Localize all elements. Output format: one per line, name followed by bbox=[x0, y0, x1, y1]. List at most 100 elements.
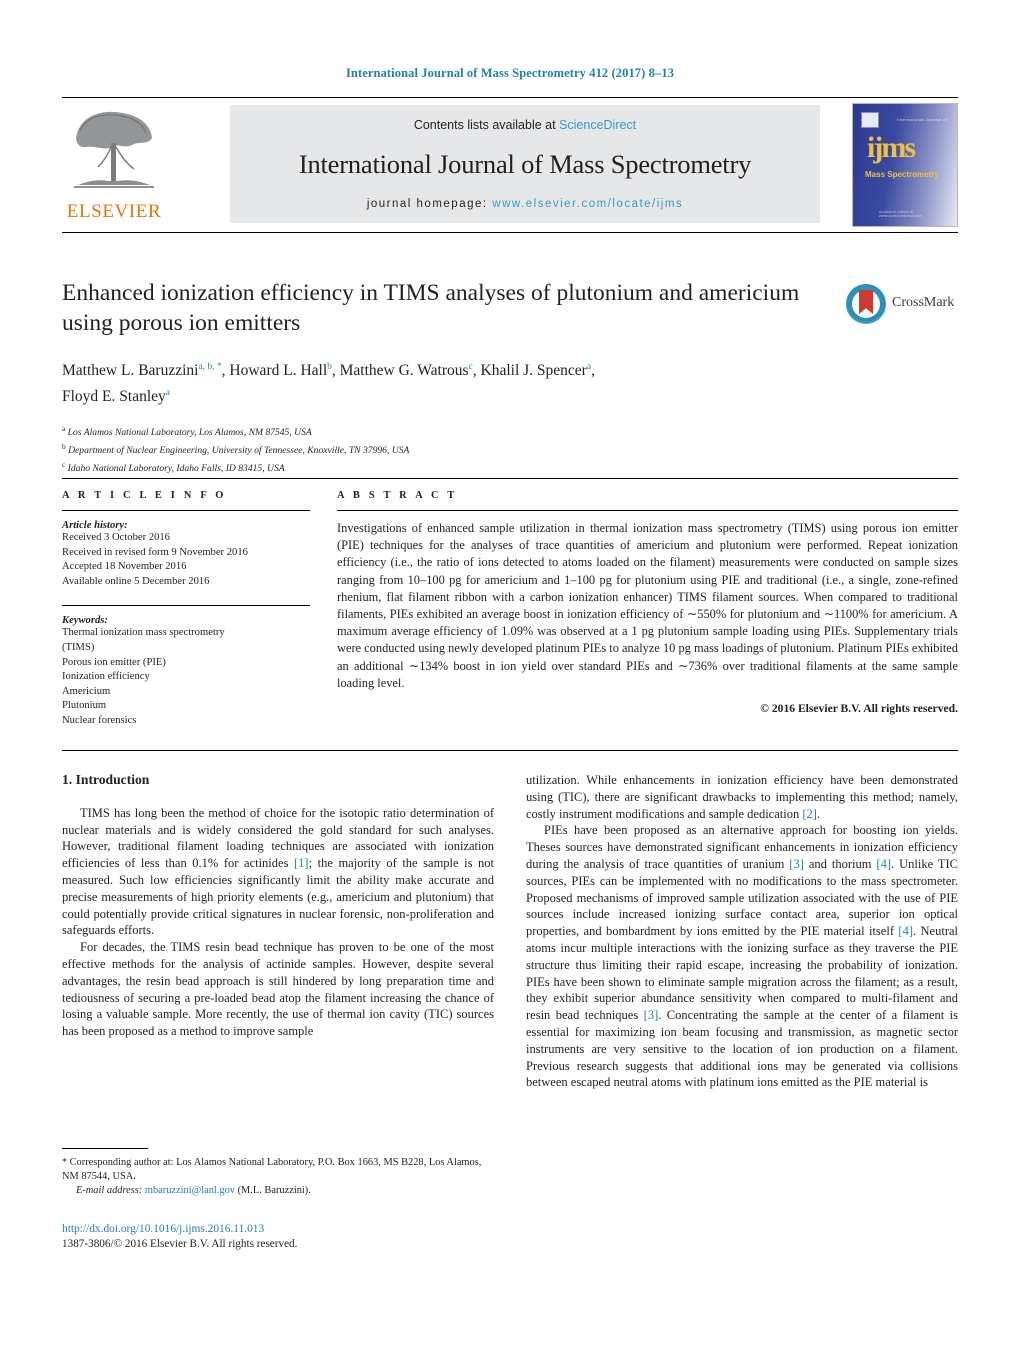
keywords-label: Keywords: bbox=[62, 615, 108, 627]
keyword-item: (TIMS) bbox=[62, 641, 95, 653]
abstract-column: A B S T R A C T Investigations of enhanc… bbox=[337, 490, 958, 715]
citation-link[interactable]: [4] bbox=[898, 924, 913, 938]
crossmark-label: CrossMark bbox=[892, 295, 955, 310]
cover-top-text: International Journal of bbox=[897, 117, 948, 122]
author-name: , Khalil J. Spencer bbox=[472, 362, 587, 380]
author-name: , bbox=[591, 362, 595, 380]
info-top-divider bbox=[62, 478, 958, 479]
keyword-item: Porous ion emitter (PIE) bbox=[62, 656, 166, 668]
contents-prefix: Contents lists available at bbox=[413, 118, 560, 132]
journal-title: International Journal of Mass Spectromet… bbox=[298, 149, 752, 179]
cover-badge-icon bbox=[861, 112, 879, 128]
article-info-heading: A R T I C L E I N F O bbox=[62, 490, 227, 501]
journal-masthead: ELSEVIER Contents lists available at Sci… bbox=[62, 103, 958, 227]
keyword-item: Ionization efficiency bbox=[62, 671, 150, 683]
author-name: Floyd E. Stanley bbox=[62, 388, 166, 406]
journal-homepage-link[interactable]: www.elsevier.com/locate/ijms bbox=[492, 198, 683, 210]
email-link[interactable]: mbaruzzini@lanl.gov bbox=[145, 1185, 235, 1196]
keyword-item: Nuclear forensics bbox=[62, 714, 137, 726]
corresponding-author-text: Corresponding author at: Los Alamos Nati… bbox=[62, 1157, 482, 1182]
corresponding-author-footnote: * Corresponding author at: Los Alamos Na… bbox=[62, 1156, 494, 1197]
journal-homepage-line: journal homepage: www.elsevier.com/locat… bbox=[230, 198, 820, 210]
author-name: , Matthew G. Watrous bbox=[331, 362, 469, 380]
keyword-item: Americium bbox=[62, 685, 111, 697]
abstract-text: Investigations of enhanced sample utiliz… bbox=[337, 521, 958, 690]
doi-block: http://dx.doi.org/10.1016/j.ijms.2016.11… bbox=[62, 1222, 494, 1252]
body-text: utilization. While enhancements in ioniz… bbox=[526, 773, 958, 821]
body-paragraph: For decades, the TIMS resin bead techniq… bbox=[62, 939, 494, 1040]
keyword-item: Plutonium bbox=[62, 700, 107, 712]
affiliation-list: a Los Alamos National Laboratory, Los Al… bbox=[62, 422, 822, 475]
body-paragraph: TIMS has long been the method of choice … bbox=[62, 805, 494, 939]
keywords-list: Thermal ionization mass spectrometry (TIM… bbox=[62, 626, 310, 728]
page-title: Enhanced ionization efficiency in TIMS a… bbox=[62, 280, 800, 336]
article-info-rule bbox=[62, 510, 310, 511]
body-column-right: utilization. While enhancements in ioniz… bbox=[526, 772, 958, 1091]
header-divider bbox=[62, 97, 958, 98]
masthead-divider bbox=[62, 232, 958, 233]
body-paragraph: utilization. While enhancements in ioniz… bbox=[526, 772, 958, 822]
author-affiliation-marker: a bbox=[165, 388, 170, 399]
author-line-2: Floyd E. Stanleya bbox=[62, 388, 170, 405]
article-history-label: Article history: bbox=[62, 520, 128, 531]
sciencedirect-link[interactable]: ScienceDirect bbox=[559, 118, 636, 132]
footnote-star: * bbox=[62, 1157, 67, 1168]
cover-journal-acronym: ijms bbox=[867, 131, 916, 164]
citation-link[interactable]: [2] bbox=[802, 807, 817, 821]
article-history-list: Received 3 October 2016 Received in revis… bbox=[62, 531, 310, 589]
author-affiliation-marker: a, b, * bbox=[198, 362, 222, 372]
author-list: Matthew L. Baruzzinia, b, *, Howard L. H… bbox=[62, 356, 822, 408]
copyright-line: © 2016 Elsevier B.V. All rights reserved… bbox=[760, 702, 958, 716]
doi-link[interactable]: http://dx.doi.org/10.1016/j.ijms.2016.11… bbox=[62, 1222, 494, 1237]
affiliation-item: c Idaho National Laboratory, Idaho Falls… bbox=[62, 458, 822, 476]
article-history-item: Accepted 18 November 2016 bbox=[62, 561, 187, 573]
journal-band: Contents lists available at ScienceDirec… bbox=[230, 105, 820, 223]
citation-link[interactable]: [1] bbox=[294, 856, 309, 870]
title-block: Enhanced ionization efficiency in TIMS a… bbox=[62, 278, 822, 475]
body-text: . bbox=[816, 806, 821, 821]
right-paragraph-container: utilization. While enhancements in ioniz… bbox=[526, 772, 958, 1091]
keywords-rule bbox=[62, 605, 310, 607]
elsevier-tree-icon bbox=[74, 111, 154, 188]
contents-available-line: Contents lists available at ScienceDirec… bbox=[230, 118, 820, 132]
issn-copyright-line: 1387-3806/© 2016 Elsevier B.V. All right… bbox=[62, 1238, 298, 1250]
article-history-item: Received 3 October 2016 bbox=[62, 532, 170, 543]
author-line-1: Matthew L. Baruzzinia, b, *, Howard L. H… bbox=[62, 362, 595, 379]
author-name: , Howard L. Hall bbox=[221, 362, 328, 380]
email-address-label: E-mail address: bbox=[76, 1184, 143, 1196]
affiliation-text: Idaho National Laboratory, Idaho Falls, … bbox=[65, 462, 285, 474]
affiliation-text: Department of Nuclear Engineering, Unive… bbox=[65, 445, 410, 457]
body-column-left: 1. Introduction TIMS has long been the m… bbox=[62, 772, 494, 1040]
homepage-prefix: journal homepage: bbox=[366, 198, 493, 210]
citation-link[interactable]: [4] bbox=[876, 857, 891, 871]
keyword-item: Thermal ionization mass spectrometry bbox=[62, 627, 225, 639]
cover-bottom-text: Available online at www.sciencedirect.co… bbox=[879, 210, 923, 218]
article-history-item: Available online 5 December 2016 bbox=[62, 575, 210, 587]
affiliation-item: b Department of Nuclear Engineering, Uni… bbox=[62, 440, 822, 458]
article-history-item: Received in revised form 9 November 2016 bbox=[62, 546, 248, 558]
email-owner: (M.L. Baruzzini). bbox=[237, 1184, 311, 1196]
article-page: International Journal of Mass Spectromet… bbox=[0, 0, 1020, 1351]
body-text: and thorium bbox=[803, 856, 877, 871]
abstract-rule bbox=[337, 510, 958, 511]
affiliation-item: a Los Alamos National Laboratory, Los Al… bbox=[62, 422, 822, 440]
running-head: International Journal of Mass Spectromet… bbox=[345, 66, 675, 80]
affiliation-text: Los Alamos National Laboratory, Los Alam… bbox=[65, 427, 312, 439]
abstract-heading: A B S T R A C T bbox=[337, 490, 458, 501]
cover-journal-subtitle: Mass Spectrometry bbox=[865, 170, 939, 179]
article-info-column: A R T I C L E I N F O Article history: R… bbox=[62, 490, 310, 729]
citation-link[interactable]: [3] bbox=[644, 1008, 659, 1022]
footnote-divider bbox=[62, 1148, 148, 1149]
left-paragraph-container: TIMS has long been the method of choice … bbox=[62, 805, 494, 1040]
crossmark-badge[interactable]: CrossMark bbox=[846, 284, 958, 326]
elsevier-wordmark: ELSEVIER bbox=[66, 201, 162, 222]
author-name: Matthew L. Baruzzini bbox=[62, 362, 199, 380]
info-bottom-divider bbox=[62, 750, 958, 751]
body-paragraph: PIEs have been proposed as an alternativ… bbox=[526, 822, 958, 1091]
journal-cover-thumbnail[interactable]: International Journal of ijms Mass Spect… bbox=[852, 103, 958, 227]
body-text: For decades, the TIMS resin bead techniq… bbox=[62, 940, 494, 1039]
crossmark-circle-icon bbox=[846, 284, 886, 324]
elsevier-logo[interactable]: ELSEVIER bbox=[62, 105, 166, 225]
citation-link[interactable]: [3] bbox=[789, 857, 804, 871]
